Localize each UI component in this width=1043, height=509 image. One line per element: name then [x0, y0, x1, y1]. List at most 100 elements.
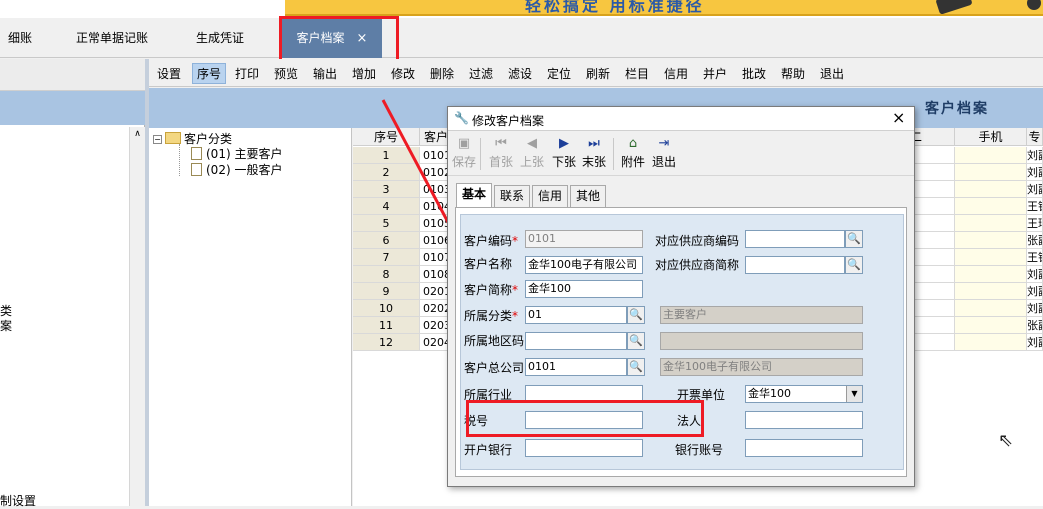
tab-basic[interactable]: 基本	[456, 183, 493, 208]
tree-node-main-customer[interactable]: (01) 主要客户	[191, 145, 282, 162]
row-mobile-cell[interactable]	[955, 198, 1027, 215]
select-value: 金华100	[748, 387, 791, 400]
exit-button[interactable]: ⇥ 退出	[652, 136, 676, 170]
search-icon[interactable]: 🔍	[627, 332, 645, 350]
vertical-scrollbar[interactable]: ∧	[129, 127, 145, 506]
row-mobile-cell[interactable]	[955, 232, 1027, 249]
head-company-field[interactable]: 0101	[525, 358, 627, 376]
row-mobile-cell[interactable]	[955, 266, 1027, 283]
tab-credit[interactable]: 信用	[532, 185, 569, 207]
row-manager-cell[interactable]: 王钦	[1027, 249, 1043, 266]
row-seq-cell[interactable]: 4	[353, 198, 420, 215]
row-mobile-cell[interactable]	[955, 249, 1027, 266]
dialog-close-button[interactable]: ×	[892, 108, 905, 127]
tab-normal-bookkeeping[interactable]: 正常单据记账	[62, 18, 162, 58]
dialog-title-bar[interactable]: 🔧 修改客户档案 ×	[448, 107, 914, 131]
tree-node-general-customer[interactable]: (02) 一般客户	[191, 161, 282, 178]
row-manager-cell[interactable]: 张副	[1027, 232, 1043, 249]
toolbar-filter-button[interactable]: 过滤	[469, 65, 493, 82]
supplier-short-field[interactable]	[745, 256, 845, 274]
row-manager-cell[interactable]: 刘副	[1027, 300, 1043, 317]
toolbar-export-button[interactable]: 输出	[313, 65, 337, 82]
row-mobile-cell[interactable]	[955, 164, 1027, 181]
row-manager-cell[interactable]: 刘副	[1027, 164, 1043, 181]
row-mobile-cell[interactable]	[955, 181, 1027, 198]
row-seq-cell[interactable]: 9	[353, 283, 420, 300]
row-mobile-cell[interactable]	[955, 317, 1027, 334]
toolbar-credit-button[interactable]: 信用	[664, 65, 688, 82]
search-icon[interactable]: 🔍	[627, 358, 645, 376]
row-mobile-cell[interactable]	[955, 215, 1027, 232]
toolbar-edit-button[interactable]: 修改	[391, 65, 415, 82]
search-icon[interactable]: 🔍	[845, 230, 863, 248]
toolbar-print-button[interactable]: 打印	[235, 65, 259, 82]
collapse-icon[interactable]: −	[153, 135, 162, 144]
last-record-button[interactable]: ⏭ 末张	[582, 136, 606, 170]
row-manager-cell[interactable]: 刘副	[1027, 334, 1043, 351]
customer-name-field[interactable]: 金华100电子有限公司	[525, 256, 643, 274]
toolbar-merge-button[interactable]: 并户	[703, 65, 727, 82]
invoice-unit-select[interactable]: 金华100 ▼	[745, 385, 863, 403]
prev-icon: ◀	[527, 136, 537, 151]
row-seq-cell[interactable]: 11	[353, 317, 420, 334]
toolbar-delete-button[interactable]: 删除	[430, 65, 454, 82]
row-seq-cell[interactable]: 2	[353, 164, 420, 181]
toolbar-add-button[interactable]: 增加	[352, 65, 376, 82]
row-manager-cell[interactable]: 王钦	[1027, 198, 1043, 215]
chevron-down-icon[interactable]: ▼	[846, 386, 862, 402]
row-mobile-cell[interactable]	[955, 147, 1027, 164]
toolbar-batch-edit-button[interactable]: 批改	[742, 65, 766, 82]
row-seq-cell[interactable]: 12	[353, 334, 420, 351]
column-header-seq[interactable]: 序号	[353, 128, 420, 146]
toolbar-seq-button[interactable]: 序号	[192, 63, 227, 84]
region-code-field[interactable]	[525, 332, 627, 350]
row-mobile-cell[interactable]	[955, 334, 1027, 351]
tab-detail-ledger[interactable]: 细账	[0, 18, 40, 58]
row-seq-cell[interactable]: 8	[353, 266, 420, 283]
row-seq-cell[interactable]: 3	[353, 181, 420, 198]
supplier-code-field[interactable]	[745, 230, 845, 248]
row-manager-cell[interactable]: 刘副	[1027, 266, 1043, 283]
toolbar-locate-button[interactable]: 定位	[547, 65, 571, 82]
row-manager-cell[interactable]: 刘副	[1027, 181, 1043, 198]
toolbar-filter-settings-button[interactable]: 滤设	[508, 65, 532, 82]
search-icon[interactable]: 🔍	[845, 256, 863, 274]
tab-other[interactable]: 其他	[570, 185, 607, 207]
row-seq-cell[interactable]: 1	[353, 147, 420, 164]
column-header-mobile[interactable]: 手机	[955, 128, 1027, 146]
row-manager-cell[interactable]: 刘副	[1027, 283, 1043, 300]
bank-account-field[interactable]	[745, 439, 863, 457]
toolbar-help-button[interactable]: 帮助	[781, 65, 805, 82]
toolbar-refresh-button[interactable]: 刷新	[586, 65, 610, 82]
customer-short-field[interactable]: 金华100	[525, 280, 643, 298]
tab-contact[interactable]: 联系	[494, 185, 531, 207]
prev-record-button[interactable]: ◀ 上张	[520, 136, 544, 170]
row-manager-cell[interactable]: 刘副	[1027, 147, 1043, 164]
toolbar-settings-button[interactable]: 设置	[157, 65, 181, 82]
tab-generate-voucher[interactable]: 生成凭证	[180, 18, 260, 58]
column-header-manager[interactable]: 专	[1027, 128, 1043, 146]
row-mobile-cell[interactable]	[955, 300, 1027, 317]
bank-field[interactable]	[525, 439, 643, 457]
next-record-button[interactable]: ▶ 下张	[552, 136, 576, 170]
scroll-up-icon[interactable]: ∧	[130, 129, 145, 139]
row-seq-cell[interactable]: 7	[353, 249, 420, 266]
row-manager-cell[interactable]: 王瑶	[1027, 215, 1043, 232]
row-seq-cell[interactable]: 10	[353, 300, 420, 317]
row-seq-cell[interactable]: 6	[353, 232, 420, 249]
row-mobile-cell[interactable]	[955, 283, 1027, 300]
row-seq-cell[interactable]: 5	[353, 215, 420, 232]
save-button[interactable]: ▣ 保存	[452, 136, 476, 170]
attachment-button[interactable]: ⌂ 附件	[621, 136, 645, 170]
category-field[interactable]: 01	[525, 306, 627, 324]
nav-item-label[interactable]: 制设置	[0, 492, 36, 509]
customer-code-field[interactable]: 0101	[525, 230, 643, 248]
search-icon[interactable]: 🔍	[627, 306, 645, 324]
toolbar-exit-button[interactable]: 退出	[820, 65, 844, 82]
row-manager-cell[interactable]: 张副	[1027, 317, 1043, 334]
toolbar-columns-button[interactable]: 栏目	[625, 65, 649, 82]
legal-person-field[interactable]	[745, 411, 863, 429]
first-record-button[interactable]: ⏮ 首张	[489, 136, 513, 170]
nav-item-label[interactable]: 案	[0, 317, 12, 334]
toolbar-preview-button[interactable]: 预览	[274, 65, 298, 82]
